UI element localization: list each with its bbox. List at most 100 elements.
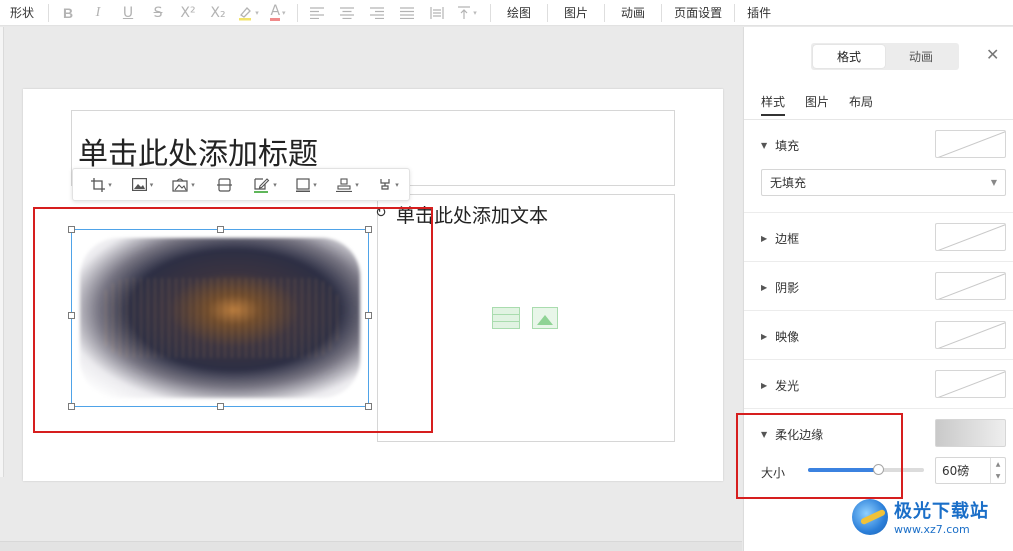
fill-type-dropdown[interactable]: 无填充 ▼	[761, 169, 1006, 196]
top-toolbar: 形状 B I U S X² X₂ ▾ A ▾ ▾ 绘图 图片 动画 页面设置 插…	[0, 0, 1013, 26]
distributed-icon[interactable]	[422, 0, 452, 26]
menu-plugins[interactable]: 插件	[739, 4, 779, 21]
section-divider	[744, 261, 1013, 262]
highlight-box-picture	[33, 207, 433, 433]
rotate-button[interactable]: ▾	[368, 171, 409, 199]
pen-icon	[254, 177, 270, 193]
strikethrough-icon[interactable]: S	[143, 0, 173, 26]
picture-effects-button[interactable]: ▾	[163, 171, 204, 199]
collapsed-arrow-icon: ▶	[761, 283, 768, 292]
toolbar-divider	[604, 3, 606, 22]
tab-format[interactable]: 格式	[813, 45, 885, 68]
section-border[interactable]: ▶ 边框	[761, 230, 799, 247]
chevron-down-icon: ▾	[473, 8, 477, 17]
toolbar-divider	[48, 3, 50, 22]
chevron-down-icon: ▾	[149, 180, 154, 189]
insert-picture-icon[interactable]	[532, 307, 558, 329]
border-swatch[interactable]	[935, 223, 1006, 251]
chevron-down-icon: ▾	[282, 8, 286, 17]
spin-up-icon[interactable]: ▲	[991, 458, 1005, 471]
align-center-icon[interactable]	[332, 0, 362, 26]
reflection-swatch[interactable]	[935, 321, 1006, 349]
menu-page-setup[interactable]: 页面设置	[666, 4, 730, 21]
font-color-icon[interactable]: A ▾	[263, 0, 293, 26]
soft-edges-preset-swatch[interactable]	[935, 419, 1006, 447]
fill-color-swatch[interactable]	[935, 130, 1006, 158]
watermark-logo-icon	[852, 498, 888, 535]
section-fill-label: 填充	[775, 139, 800, 153]
soft-edges-size-input[interactable]: 60磅 ▲ ▼	[935, 457, 1006, 484]
justify-glyph	[400, 6, 415, 19]
insert-table-icon[interactable]	[492, 307, 520, 329]
chevron-down-icon: ▾	[255, 8, 259, 17]
align-left-glyph	[310, 6, 325, 19]
wrap-text-button[interactable]	[204, 171, 245, 199]
highlight-box-soft-edges	[736, 413, 903, 499]
align-objects-icon	[336, 177, 353, 192]
subtab-divider	[744, 119, 1013, 120]
expanded-arrow-icon: ▼	[761, 141, 768, 150]
toolbar-divider	[734, 3, 736, 22]
align-center-glyph	[340, 6, 355, 19]
text-direction-icon[interactable]: ▾	[452, 0, 482, 26]
wrap-text-icon	[217, 177, 232, 192]
spin-down-icon[interactable]: ▼	[991, 471, 1005, 484]
border-color-button[interactable]: ▾	[245, 171, 286, 199]
section-glow[interactable]: ▶ 发光	[761, 377, 799, 394]
superscript-icon[interactable]: X²	[173, 0, 203, 26]
toolbar-divider	[297, 3, 299, 22]
align-right-glyph	[370, 6, 385, 19]
crop-icon	[91, 177, 106, 192]
toolbar-divider	[661, 3, 663, 22]
highlighter-glyph	[239, 6, 252, 20]
subtab-picture[interactable]: 图片	[805, 93, 829, 116]
chevron-down-icon: ▾	[191, 180, 195, 189]
strike-glyph: S	[153, 4, 163, 21]
menu-draw[interactable]: 绘图	[495, 4, 543, 21]
align-left-icon[interactable]	[302, 0, 332, 26]
shadow-swatch[interactable]	[935, 272, 1006, 300]
tab-animation[interactable]: 动画	[885, 45, 957, 68]
underline-icon[interactable]: U	[113, 0, 143, 26]
align-button[interactable]: ▾	[327, 171, 368, 199]
italic-icon[interactable]: I	[83, 0, 113, 26]
toolbar-divider	[547, 3, 549, 22]
bold-icon[interactable]: B	[53, 0, 83, 26]
glow-swatch[interactable]	[935, 370, 1006, 398]
subscript-icon[interactable]: X₂	[203, 0, 233, 26]
menu-animation[interactable]: 动画	[609, 4, 657, 21]
close-icon[interactable]: ✕	[986, 45, 999, 64]
section-divider	[744, 408, 1013, 409]
section-reflection[interactable]: ▶ 映像	[761, 328, 799, 345]
justify-icon[interactable]	[392, 0, 422, 26]
placeholder-insert-icons	[492, 307, 558, 329]
section-fill[interactable]: ▼ 填充	[761, 137, 799, 154]
superscript-glyph: X²	[180, 4, 196, 21]
collapsed-arrow-icon: ▶	[761, 381, 768, 390]
shape-outline-button[interactable]: ▾	[286, 171, 327, 199]
rotate-icon	[380, 178, 390, 190]
section-divider	[744, 359, 1013, 360]
menu-picture[interactable]: 图片	[552, 4, 600, 21]
crop-button[interactable]: ▾	[81, 171, 122, 199]
watermark: 极光下载站 www.xz7.com	[852, 497, 989, 536]
italic-glyph: I	[95, 4, 101, 20]
bold-glyph: B	[62, 4, 74, 21]
picture-effects-icon	[172, 177, 188, 192]
underline-glyph: U	[122, 4, 134, 21]
shape-menu[interactable]: 形状	[0, 4, 44, 21]
distributed-glyph	[430, 6, 444, 19]
collapsed-arrow-icon: ▶	[761, 332, 768, 341]
chevron-down-icon: ▾	[108, 180, 112, 189]
subtab-style[interactable]: 样式	[761, 93, 786, 116]
outline-icon	[296, 177, 311, 192]
section-glow-label: 发光	[775, 379, 800, 393]
section-shadow[interactable]: ▶ 阴影	[761, 279, 799, 296]
subtab-layout[interactable]: 布局	[849, 93, 873, 116]
spin-buttons: ▲ ▼	[990, 458, 1005, 483]
align-right-icon[interactable]	[362, 0, 392, 26]
change-picture-button[interactable]: ▾	[122, 171, 163, 199]
highlight-icon[interactable]: ▾	[233, 0, 263, 26]
chevron-down-icon: ▼	[990, 178, 997, 187]
chevron-down-icon: ▾	[313, 180, 317, 189]
